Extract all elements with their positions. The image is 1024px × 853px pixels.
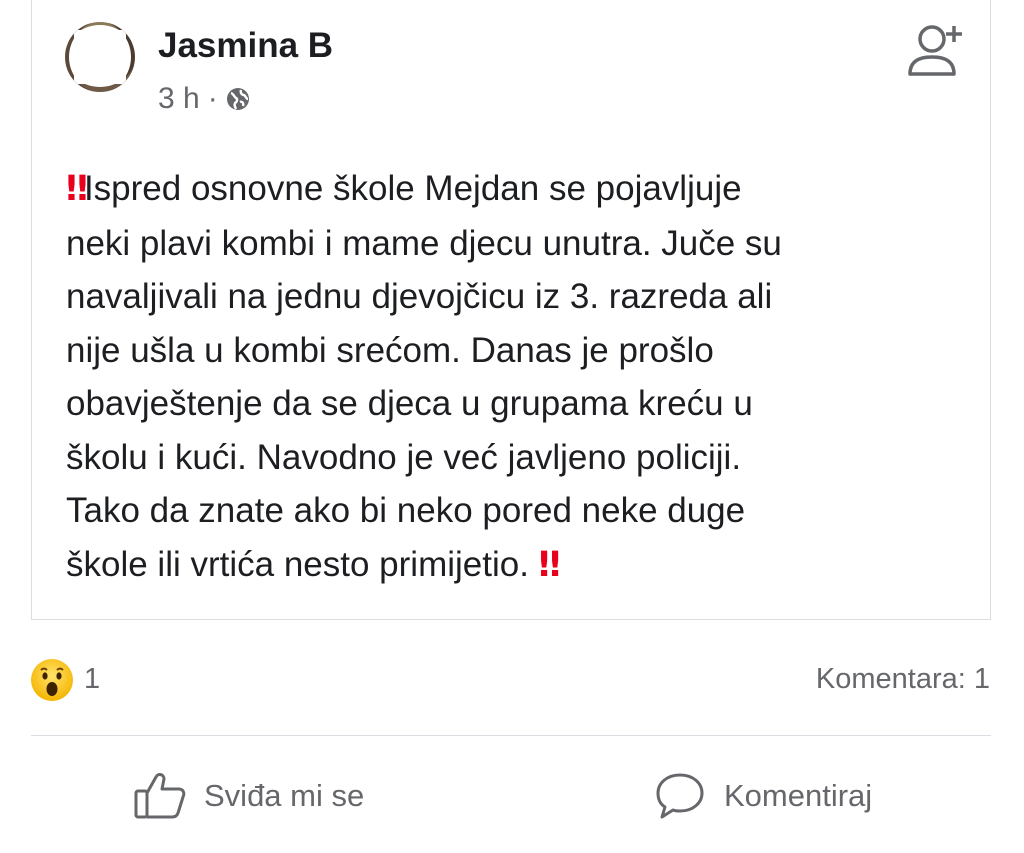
divider (31, 735, 991, 736)
comment-label: Komentiraj (724, 778, 873, 813)
globe-icon (226, 88, 249, 110)
thumbs-up-icon (134, 773, 186, 819)
post-text: ‼Ispred osnovne škole Mejdan se pojavlju… (66, 162, 966, 592)
reaction-count[interactable]: 1 (84, 663, 100, 696)
avatar[interactable] (65, 22, 135, 92)
post-text-middle: neki plavi kombi i mame djecu unutra. Ju… (66, 223, 782, 531)
post-text-line-1: Ispred osnovne škole Mejdan se pojavljuj… (83, 169, 742, 208)
post-meta: 3 h · (158, 82, 250, 116)
comment-icon (656, 773, 704, 819)
double-exclamation-emoji: ‼ (66, 169, 88, 209)
meta-separator: · (207, 82, 218, 115)
author-name[interactable]: Jasmina B (158, 26, 333, 66)
post-text-last: škole ili vrtića nesto primijetio. (66, 544, 539, 584)
wow-reaction-icon (31, 659, 73, 701)
double-exclamation-emoji-end: ‼ (538, 544, 561, 585)
reaction-summary[interactable]: 1 Komentara: 1 (30, 655, 990, 705)
post-card: Jasmina B 3 h · ‼Ispred osnovne škole Me… (31, 0, 991, 620)
comment-count[interactable]: Komentara: 1 (816, 663, 990, 696)
like-button[interactable]: Sviđa mi se (134, 766, 364, 826)
add-friend-icon[interactable] (904, 20, 968, 84)
comment-button[interactable]: Komentiraj (654, 766, 872, 826)
like-label: Sviđa mi se (204, 778, 365, 813)
post-time[interactable]: 3 h (158, 82, 200, 116)
